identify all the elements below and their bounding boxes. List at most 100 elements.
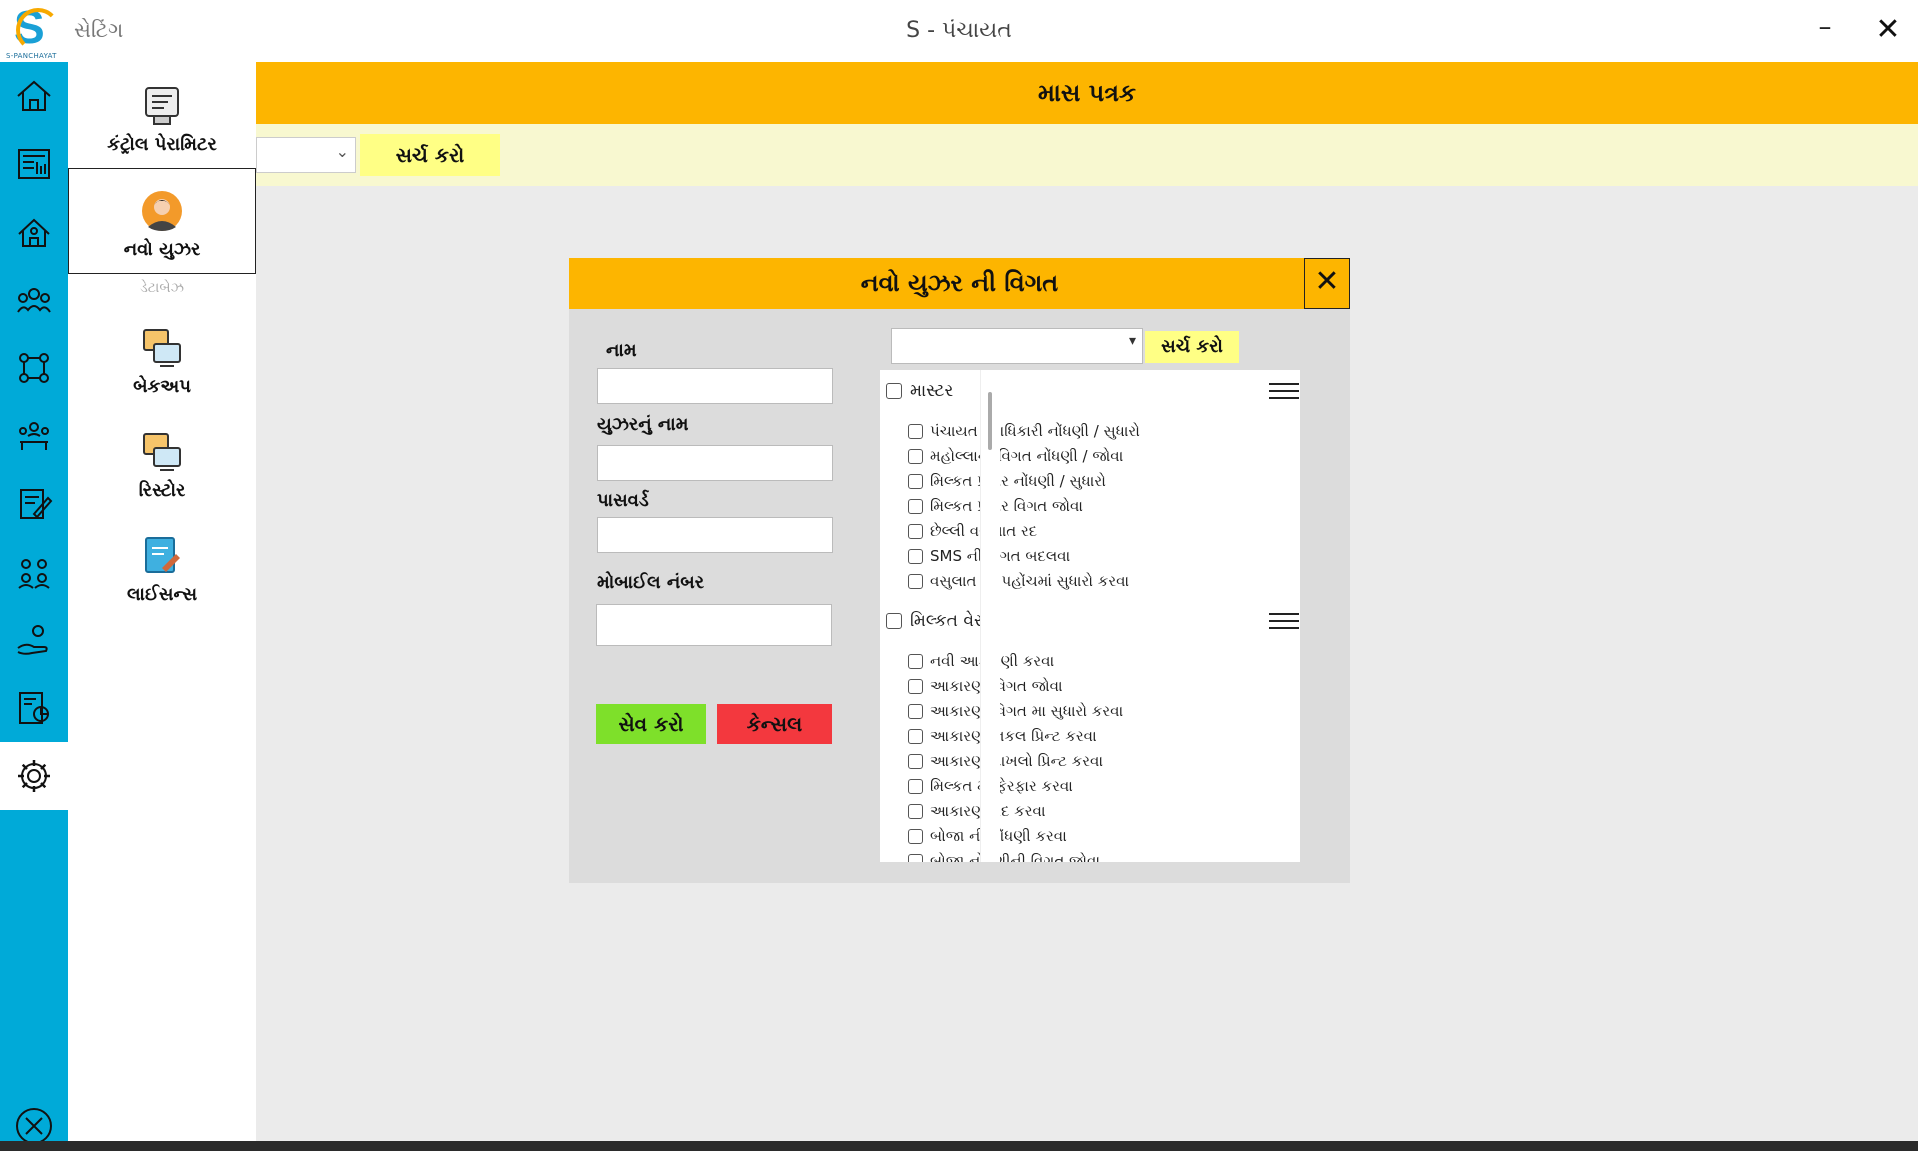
rail-settings-tree[interactable] bbox=[0, 334, 68, 402]
permission-label: મહોલ્લાની વિગત નોંધણી / જોવા bbox=[930, 447, 1124, 465]
permission-checkbox[interactable] bbox=[908, 754, 923, 769]
mobile-field[interactable] bbox=[596, 604, 832, 646]
hand-care-icon bbox=[17, 625, 48, 655]
license-icon bbox=[145, 537, 180, 573]
rail-team[interactable] bbox=[0, 402, 68, 470]
permission-checkbox[interactable] bbox=[908, 574, 923, 589]
permission-item[interactable]: આકારણી રદ કરવા bbox=[880, 800, 1280, 825]
home-icon bbox=[17, 80, 51, 111]
rail-settings[interactable] bbox=[0, 742, 68, 810]
database-section-label: ડેટાબેઝ bbox=[140, 280, 184, 296]
password-field[interactable] bbox=[597, 517, 833, 553]
settings-submenu: કંટ્રોલ પેરામિટર નવો યુઝર ડેટાબેઝ બેકઅપ … bbox=[68, 62, 256, 1142]
rail-exit[interactable] bbox=[0, 1106, 68, 1146]
save-button[interactable]: સેવ કરો bbox=[596, 704, 706, 744]
permission-item[interactable]: મિલ્કત મા ફેરફાર કરવા bbox=[880, 775, 1280, 800]
permission-label: SMS ની વિગત બદલવા bbox=[930, 547, 1071, 565]
hamburger-menu-icon[interactable] bbox=[1269, 378, 1299, 404]
minimize-button[interactable]: – bbox=[1810, 12, 1840, 52]
submenu-license[interactable]: લાઈસન્સ bbox=[68, 534, 256, 605]
team-icon bbox=[19, 422, 49, 450]
permission-item[interactable]: વસુલાત ની પહોંચમાં સુધારો કરવા bbox=[880, 570, 1280, 595]
permission-item[interactable]: આકારણી વિગત મા સુધારો કરવા bbox=[880, 700, 1280, 725]
permission-filter-dropdown[interactable]: ▾ bbox=[891, 328, 1143, 364]
permission-checkbox[interactable] bbox=[908, 704, 923, 719]
caret-down-icon: ▾ bbox=[1128, 333, 1136, 349]
new-user-dialog: નવો યુઝર ની વિગત ✕ નામ યુઝરનું નામ પાસવર… bbox=[569, 258, 1350, 883]
username-label: યુઝરનું નામ bbox=[597, 414, 689, 435]
group-checkbox[interactable] bbox=[886, 383, 902, 399]
permission-checkbox[interactable] bbox=[908, 729, 923, 744]
permission-item[interactable]: નવી આકારણી કરવા bbox=[880, 650, 1280, 675]
scrollbar-thumb[interactable] bbox=[988, 392, 992, 450]
permission-item[interactable]: મિલ્કત પ્રકાર વિગત જોવા bbox=[880, 495, 1280, 520]
rail-dashboard[interactable] bbox=[0, 130, 68, 198]
submenu-label: કંટ્રોલ પેરામિટર bbox=[107, 134, 217, 155]
group-header[interactable]: મિલ્કત વેરા bbox=[880, 602, 1299, 642]
icon-rail bbox=[0, 62, 68, 1144]
cancel-button[interactable]: કેન્સલ bbox=[717, 704, 832, 744]
name-field[interactable] bbox=[597, 368, 833, 404]
permission-checkbox[interactable] bbox=[908, 424, 923, 439]
title-bar: S S-PANCHAYAT સેટિંગ S - પંચાયત – ✕ bbox=[0, 0, 1918, 62]
group-label: માસ્ટર bbox=[910, 381, 954, 401]
submenu-control-parameter[interactable]: કંટ્રોલ પેરામિટર bbox=[68, 84, 256, 155]
permission-label: બોજા નોંધણીની વિગત જોવા bbox=[930, 852, 1100, 862]
people-group-icon bbox=[17, 288, 51, 313]
submenu-new-user[interactable]: નવો યુઝર bbox=[68, 168, 256, 274]
rail-edit-document[interactable] bbox=[0, 470, 68, 538]
rail-hand-care[interactable] bbox=[0, 606, 68, 674]
filter-dropdown[interactable]: ⌄ bbox=[256, 137, 356, 173]
mobile-label: મોબાઈલ નંબર bbox=[597, 572, 705, 593]
permission-checkbox[interactable] bbox=[908, 829, 923, 844]
permission-checkbox[interactable] bbox=[908, 679, 923, 694]
permission-label: મિલ્કત પ્રકાર વિગત જોવા bbox=[930, 497, 1083, 515]
permission-checkbox[interactable] bbox=[908, 449, 923, 464]
dashboard-icon bbox=[18, 149, 50, 179]
username-field[interactable] bbox=[597, 445, 833, 481]
submenu-backup[interactable]: બેકઅપ bbox=[68, 326, 256, 397]
permission-label: મિલ્કત પ્રકાર નોંધણી / સુધારો bbox=[930, 472, 1106, 490]
rail-home[interactable] bbox=[0, 62, 68, 130]
submenu-restore[interactable]: રિસ્ટોર bbox=[68, 430, 256, 501]
window-title: S - પંચાયત bbox=[906, 18, 1012, 43]
permission-item[interactable]: બોજા ની નોંધણી કરવા bbox=[880, 825, 1280, 850]
permission-item[interactable]: બોજા નોંધણીની વિગત જોવા bbox=[880, 850, 1280, 862]
permission-search-button[interactable]: સર્ચ કરો bbox=[1145, 331, 1239, 363]
permission-list-scrollbar[interactable] bbox=[980, 370, 1000, 862]
group-header[interactable]: માસ્ટર bbox=[880, 372, 1299, 412]
permission-item[interactable]: આકારણી નકલ પ્રિન્ટ કરવા bbox=[880, 725, 1280, 750]
permission-item[interactable]: આકારણી વિગત જોવા bbox=[880, 675, 1280, 700]
settings-tree-icon bbox=[19, 353, 49, 383]
permission-checkbox[interactable] bbox=[908, 854, 923, 862]
rail-report[interactable] bbox=[0, 674, 68, 742]
permission-item[interactable]: પંચાયત પદાધિકારી નોંધણી / સુધારો bbox=[880, 420, 1280, 445]
rail-property[interactable] bbox=[0, 198, 68, 266]
permission-label: પંચાયત પદાધિકારી નોંધણી / સુધારો bbox=[930, 422, 1140, 440]
permission-item[interactable]: SMS ની વિગત બદલવા bbox=[880, 545, 1280, 570]
search-button[interactable]: સર્ચ કરો bbox=[360, 134, 500, 176]
permission-checkbox[interactable] bbox=[908, 654, 923, 669]
submenu-label: બેકઅપ bbox=[133, 376, 191, 397]
taskbar-strip bbox=[0, 1141, 1918, 1151]
permission-label: આકારણી નકલ પ્રિન્ટ કરવા bbox=[930, 727, 1097, 745]
dialog-close-button[interactable]: ✕ bbox=[1304, 258, 1350, 309]
permission-checkbox[interactable] bbox=[908, 549, 923, 564]
permission-item[interactable]: આકારણી દાખલો પ્રિન્ટ કરવા bbox=[880, 750, 1280, 775]
permission-item[interactable]: મિલ્કત પ્રકાર નોંધણી / સુધારો bbox=[880, 470, 1280, 495]
permission-item[interactable]: મહોલ્લાની વિગત નોંધણી / જોવા bbox=[880, 445, 1280, 470]
submenu-label: નવો યુઝર bbox=[123, 239, 201, 260]
group-checkbox[interactable] bbox=[886, 613, 902, 629]
window-close-button[interactable]: ✕ bbox=[1870, 12, 1906, 52]
permission-checkbox[interactable] bbox=[908, 804, 923, 819]
hamburger-menu-icon[interactable] bbox=[1269, 608, 1299, 634]
permission-checkbox[interactable] bbox=[908, 524, 923, 539]
permission-item[interactable]: છેલ્લી વસુલાત રદ bbox=[880, 520, 1280, 545]
permission-checkbox[interactable] bbox=[908, 779, 923, 794]
submenu-label: લાઈસન્સ bbox=[126, 584, 198, 605]
permission-checkbox[interactable] bbox=[908, 474, 923, 489]
rail-people-group[interactable] bbox=[0, 266, 68, 334]
submenu-label: રિસ્ટોર bbox=[138, 480, 186, 501]
permission-checkbox[interactable] bbox=[908, 499, 923, 514]
rail-users[interactable] bbox=[0, 538, 68, 606]
